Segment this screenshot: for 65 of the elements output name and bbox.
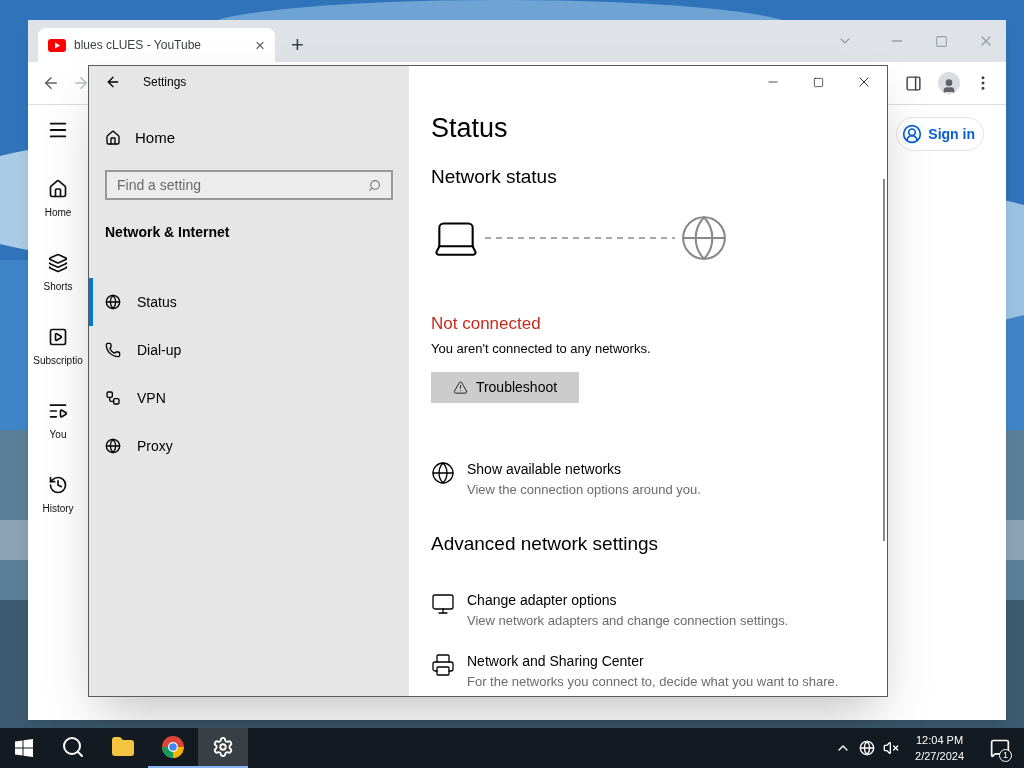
sidebar-item[interactable]: Home [44,179,72,253]
browser-tab[interactable]: blues cLUES - YouTube × [38,28,275,62]
monitor-icon [431,592,455,616]
page-heading: Status [431,112,509,145]
sidebar-item[interactable]: Shorts [43,253,73,327]
history-icon [48,475,68,495]
sidebar-item[interactable]: You [48,401,68,475]
globe-icon [105,294,121,310]
phone-icon [105,342,121,358]
search-field[interactable]: Find a setting [105,170,393,200]
back-icon[interactable] [105,74,121,90]
window-title: Settings [143,74,187,91]
sidebar-item[interactable]: Subscriptio [33,327,83,401]
user-icon [902,124,923,144]
home-nav-item[interactable]: Home [89,118,409,158]
link-description: View network adapters and change connection settings. [467,612,789,630]
section-heading: Advanced network settings [431,531,660,556]
nodes-icon [105,390,121,406]
notification-badge: 1 [999,749,1012,762]
windows-logo-icon[interactable] [15,739,33,757]
browser-logo-icon [161,735,185,759]
link-description: For the networks you connect to, decide what you want to share. [467,672,839,691]
clock[interactable]: 12:04 PM 2/27/2024 [909,732,970,764]
play-square-icon [48,327,68,347]
tab-title: blues cLUES - YouTube [74,37,202,54]
warning-icon [452,380,468,395]
forward-icon[interactable] [72,74,90,92]
message-icon [990,738,1010,758]
connection-status: Not connected [431,313,542,335]
tab-close-button[interactable]: × [255,36,265,54]
status-message: You aren't connected to any networks. [431,339,652,358]
folder-icon [111,735,135,759]
nav-item[interactable]: Status [89,278,409,326]
gear-icon [212,736,234,758]
printer-icon [431,652,455,677]
globe-icon[interactable] [859,740,876,756]
home-icon [105,130,121,146]
notification-button[interactable]: 1 [976,728,1024,768]
search-icon [61,735,85,759]
nav-item[interactable]: Proxy [89,422,409,470]
section-heading: Network & Internet [105,223,231,242]
link-title[interactable]: Show available networks [467,459,701,480]
globe-icon [679,213,729,263]
profile-avatar[interactable] [938,72,960,94]
link-title[interactable]: Network and Sharing Center [467,650,839,672]
new-tab-button[interactable]: + [291,34,304,56]
search-input[interactable]: Find a setting [117,174,368,196]
nav-item[interactable]: VPN [89,374,409,422]
search-icon [368,178,381,192]
globe-icon [105,438,121,454]
sidebar-item[interactable]: History [42,475,74,549]
section-heading: Network status [431,164,558,189]
sign-in-button[interactable]: Sign in [896,117,984,151]
globe-icon [431,461,455,485]
taskbar-button[interactable] [198,728,248,768]
side-panel-icon[interactable] [905,74,922,92]
nav-item[interactable]: Dial-up [89,326,409,374]
play-logo-icon [48,38,66,52]
maximize-icon[interactable] [813,76,824,88]
link-description: View the connection options around you. [467,481,701,499]
video-list-icon [48,401,68,421]
link-title[interactable]: Change adapter options [467,590,789,611]
home-icon [48,179,68,199]
muted-speaker-icon[interactable] [883,740,900,756]
troubleshoot-button[interactable]: Troubleshoot [431,372,579,403]
